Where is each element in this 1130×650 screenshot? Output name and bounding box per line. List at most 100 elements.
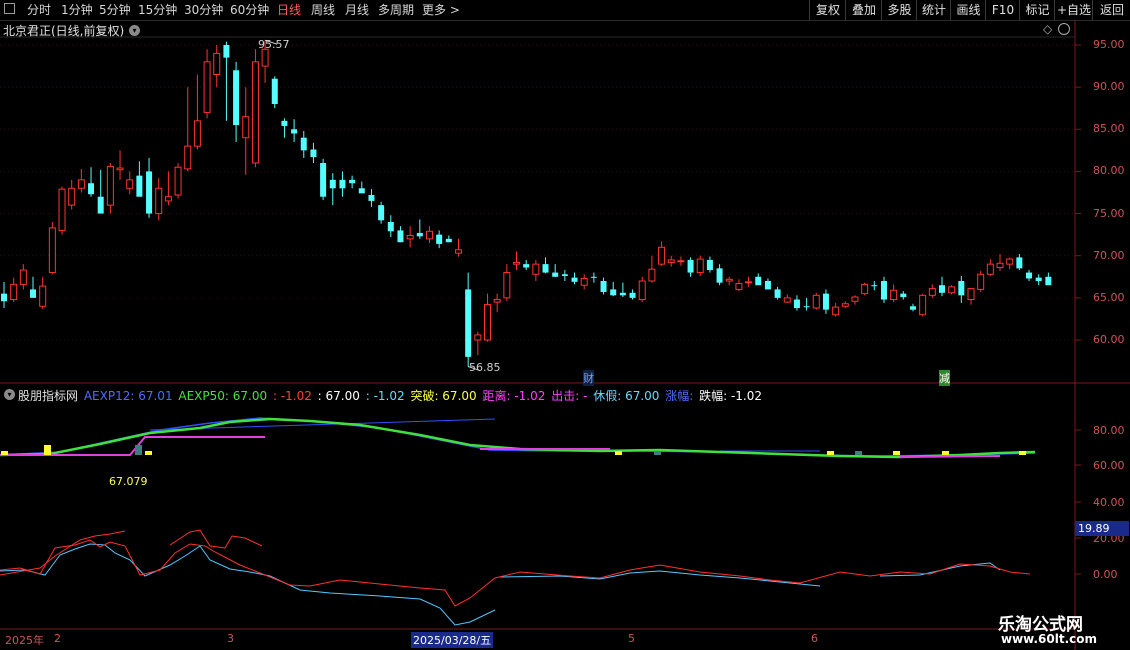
price-tick: 75.00 — [1093, 207, 1125, 220]
date-label: 2025年 — [5, 634, 44, 647]
candle-body-up — [513, 261, 521, 265]
candle-body-up — [696, 258, 704, 274]
indicator-marker — [1019, 451, 1026, 455]
candle-body-down — [349, 179, 356, 184]
candle-body-up — [890, 289, 898, 301]
candle-body-up — [851, 296, 859, 302]
candle-body-down — [1016, 257, 1023, 269]
candle-body-down — [803, 306, 810, 308]
candle-body-down — [136, 175, 143, 197]
candle-body-down — [146, 171, 153, 214]
candle-body-down — [310, 149, 317, 158]
candle-body-down — [706, 259, 713, 271]
price-tick: 60.00 — [1093, 333, 1125, 346]
watermark-url: www.60lt.com — [1001, 632, 1098, 646]
candle-body-down — [329, 179, 336, 189]
candle-body-up — [474, 334, 482, 341]
indicator-legend-item: : -1.02 — [361, 389, 405, 403]
candle-body-down — [542, 264, 549, 273]
indicator-legend: 股朋指标网 AEXP12: 67.01 AEXP50: 67.00 : -1.0… — [18, 387, 764, 404]
indicator-marker — [44, 445, 51, 455]
candle-body-up — [106, 165, 114, 206]
candle-body-down — [368, 195, 375, 201]
indicator-marker — [893, 451, 900, 455]
candle-body-down — [1035, 277, 1042, 281]
indicator-tick: 60.00 — [1093, 459, 1125, 472]
kline-chart[interactable] — [0, 0, 1130, 650]
candle-body-up — [10, 283, 18, 301]
indicator-name[interactable]: 股朋指标网 — [18, 389, 78, 403]
candle-body-down — [880, 281, 887, 300]
candle-body-down — [610, 289, 617, 296]
price-tick: 70.00 — [1093, 249, 1125, 262]
indicator-legend-item: 涨幅: — [661, 389, 694, 403]
candle-body-up — [213, 52, 221, 75]
indicator-legend-item: 距离: -1.02 — [478, 389, 546, 403]
oscillator-cyan-line — [879, 562, 1001, 577]
candle-body-down — [1045, 276, 1052, 286]
candle-body-up — [251, 61, 259, 164]
candle-body-down — [764, 281, 771, 290]
candle-body-up — [58, 188, 66, 231]
candle-body-up — [68, 187, 76, 206]
date-label: 2 — [54, 632, 61, 645]
candle-body-up — [658, 246, 666, 265]
oscillator-red-line — [0, 539, 1031, 607]
candle-body-up — [48, 227, 56, 274]
indicator-legend-item: : -1.02 — [269, 389, 312, 403]
candle-body-down — [271, 78, 278, 104]
candle-body-down — [909, 306, 916, 310]
candle-body-up — [667, 259, 675, 263]
candle-body-up — [986, 263, 994, 275]
candle-body-down — [687, 259, 694, 273]
candle-body-down — [561, 274, 568, 276]
indicator-marker — [855, 451, 862, 455]
indicator-legend-item: 跌幅: -1.02 — [695, 389, 763, 403]
candle-body-down — [1, 293, 7, 302]
candle-body-up — [832, 306, 840, 316]
candle-body-down — [416, 232, 423, 237]
candle-body-up — [261, 48, 269, 67]
indicator-legend-item: 出击: - — [547, 389, 588, 403]
candle-body-up — [725, 278, 733, 282]
candle-body-down — [822, 293, 829, 310]
candle-body-down — [300, 137, 307, 151]
candle-body-up — [425, 230, 433, 240]
finance-marker[interactable]: 财 — [583, 370, 594, 386]
magenta-line — [899, 455, 1001, 458]
candle-body-down — [30, 289, 37, 298]
candle-body-down — [445, 238, 452, 243]
candle-body-up — [126, 179, 134, 189]
candle-body-down — [339, 179, 346, 189]
indicator-tick: 80.00 — [1093, 424, 1125, 437]
indicator-legend-item: AEXP12: 67.01 — [83, 389, 173, 403]
candle-body-up — [783, 297, 791, 303]
candle-body-down — [755, 276, 762, 286]
candle-body-down — [938, 285, 945, 293]
indicator-current-value: 19.89 — [1075, 521, 1129, 536]
candle-body-up — [493, 299, 501, 303]
candle-body-up — [532, 263, 540, 275]
candle-body-down — [281, 120, 288, 126]
candle-body-up — [19, 269, 27, 285]
high-price-label: 95.57 — [258, 38, 290, 51]
candle-body-down — [233, 70, 240, 126]
candle-body-up — [116, 167, 124, 171]
candle-body-up — [928, 288, 936, 296]
indicator-value-label: 67.079 — [109, 475, 148, 488]
candle-body-down — [958, 281, 965, 296]
candle-body-down — [552, 272, 559, 277]
indicator-settings-icon[interactable]: ▾ — [4, 389, 15, 400]
price-tick: 85.00 — [1093, 122, 1125, 135]
candle-body-up — [1006, 258, 1014, 265]
candle-body-up — [948, 286, 956, 294]
candle-body-up — [484, 304, 491, 341]
candle-body-down — [629, 292, 636, 298]
date-label: 5 — [628, 632, 635, 645]
indicator-marker — [615, 451, 622, 455]
reduce-marker[interactable]: 减 — [939, 370, 950, 386]
candle-body-up — [967, 288, 975, 301]
indicator-marker — [942, 451, 949, 455]
candle-body-up — [996, 262, 1004, 269]
price-tick: 90.00 — [1093, 80, 1125, 93]
